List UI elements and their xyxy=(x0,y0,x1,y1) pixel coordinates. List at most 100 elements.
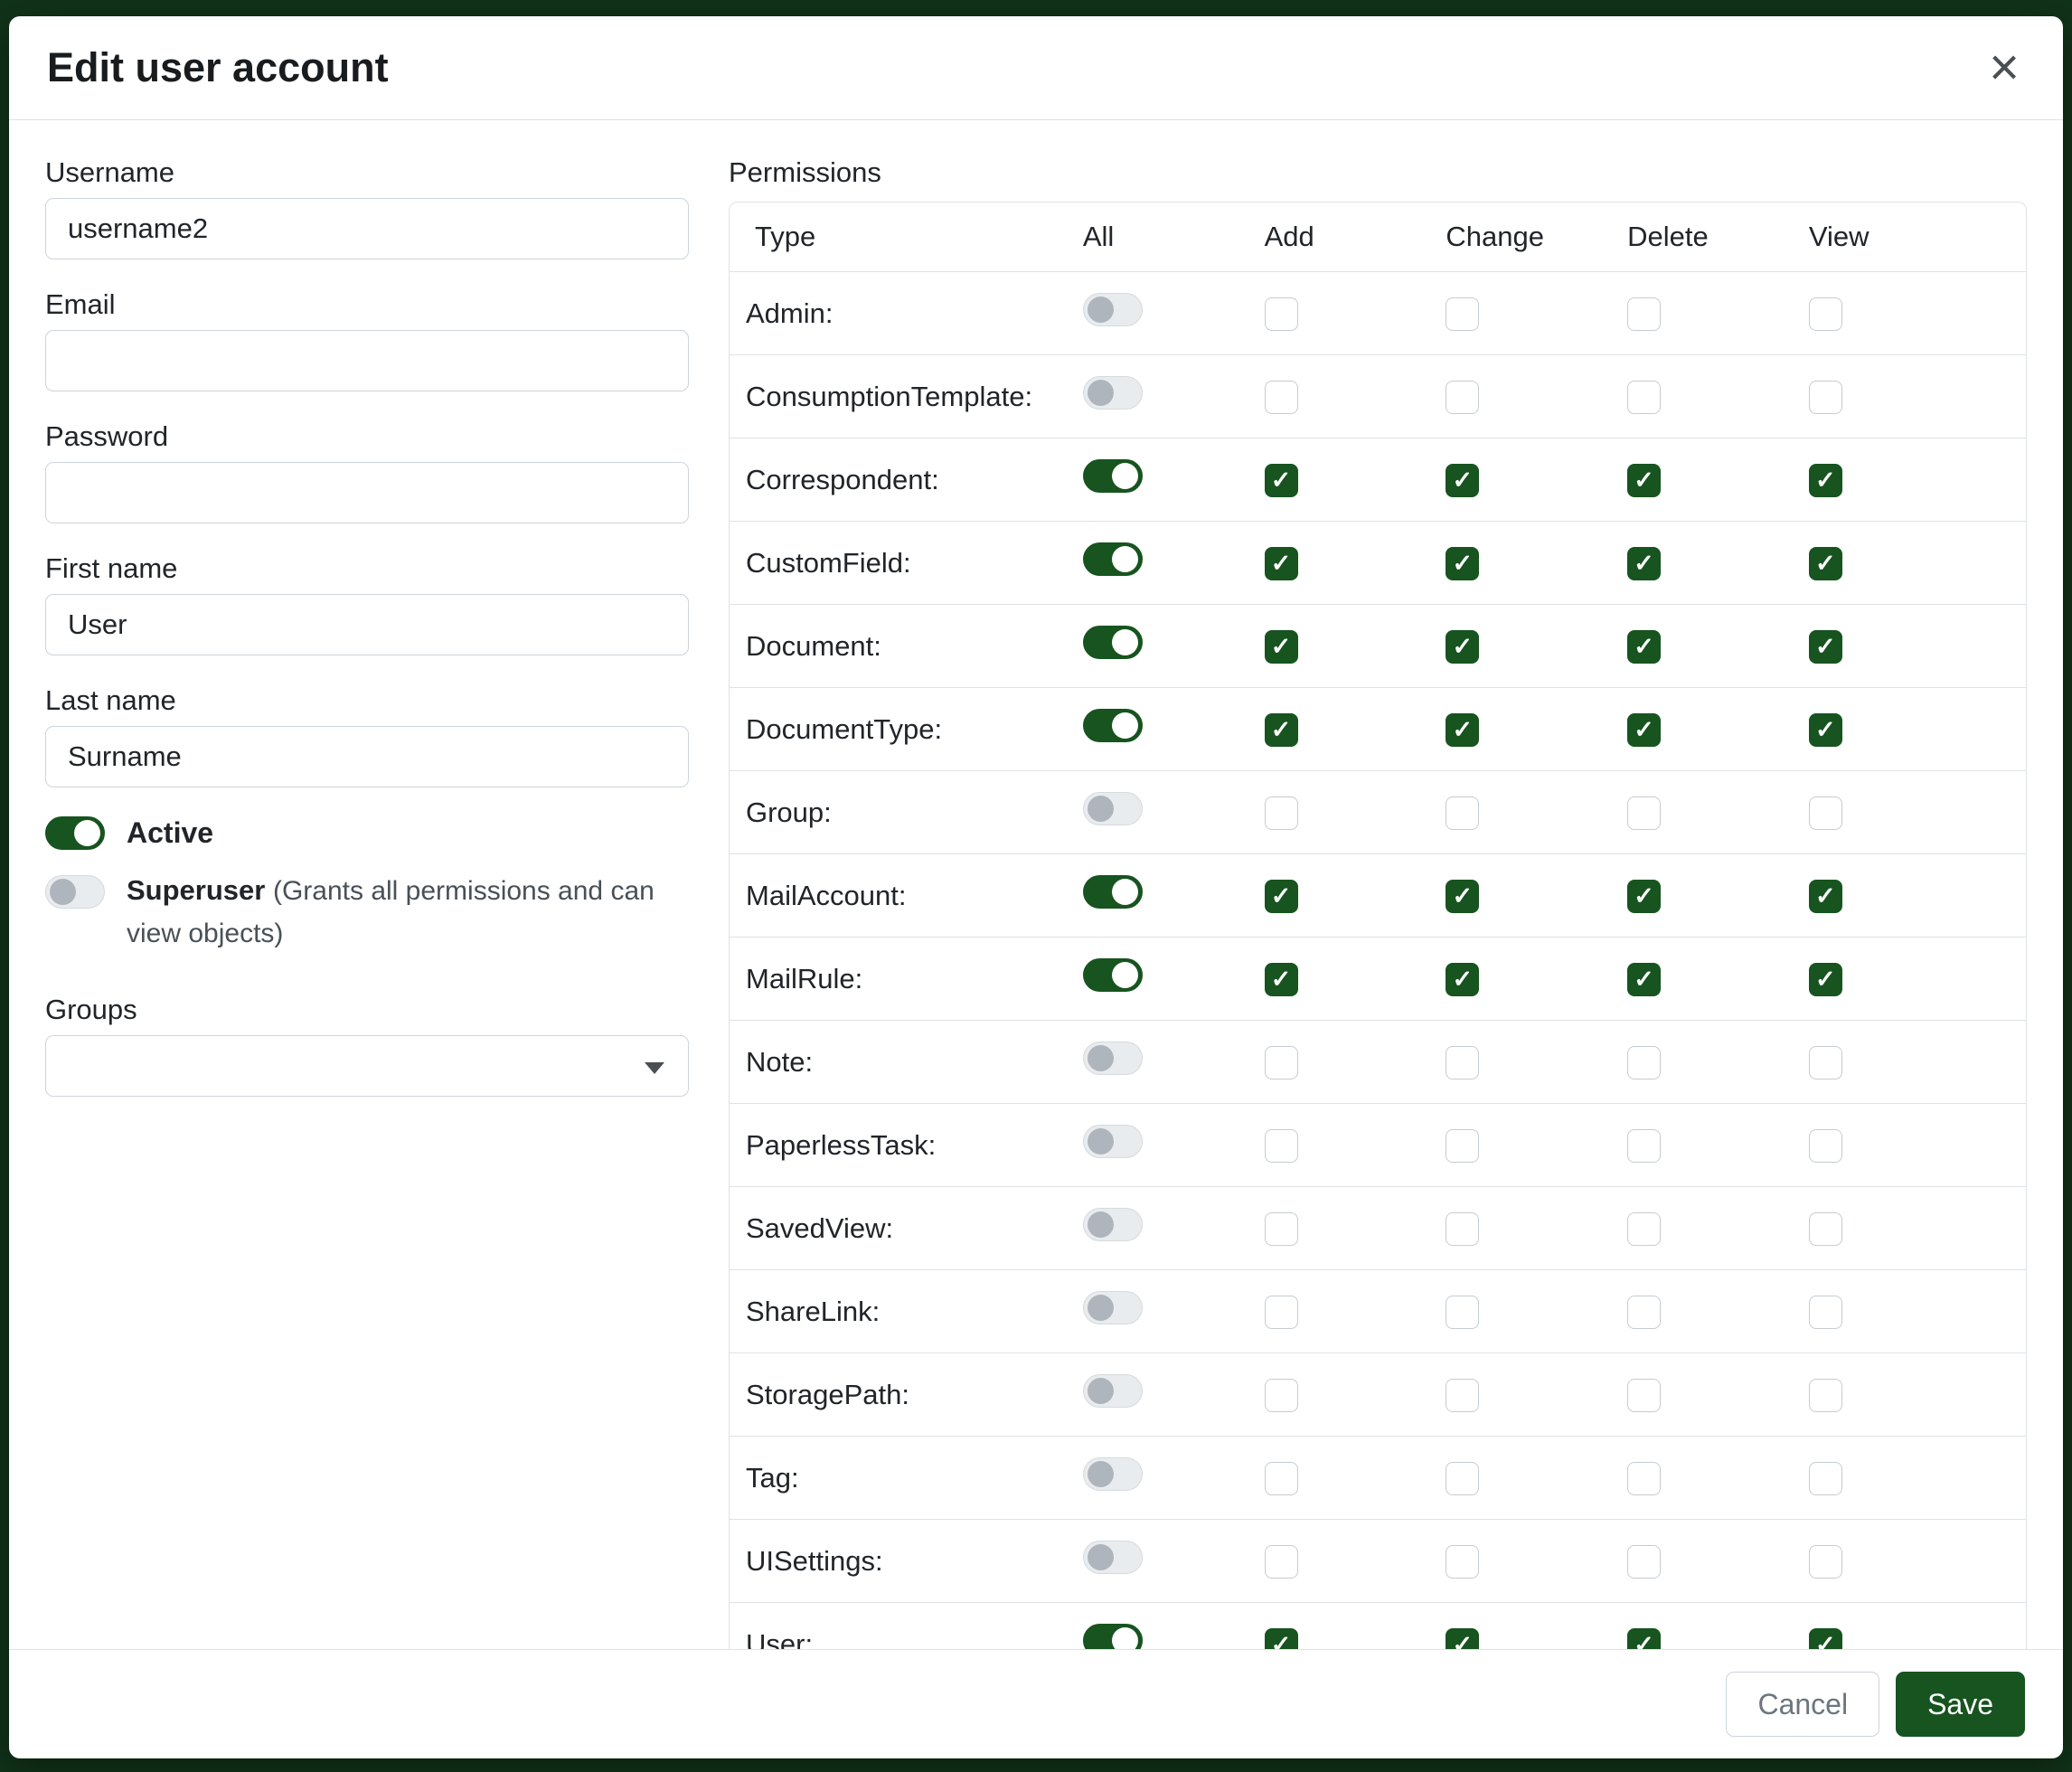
permission-add-checkbox[interactable] xyxy=(1265,547,1298,580)
permission-delete-checkbox[interactable] xyxy=(1627,1212,1661,1246)
permission-add-checkbox[interactable] xyxy=(1265,1212,1298,1246)
permission-delete-checkbox[interactable] xyxy=(1627,796,1661,830)
permission-delete-checkbox[interactable] xyxy=(1627,464,1661,497)
permission-all-toggle[interactable] xyxy=(1083,1541,1143,1574)
active-toggle[interactable] xyxy=(45,816,105,850)
close-icon[interactable]: × xyxy=(1983,42,2025,94)
permission-add-checkbox[interactable] xyxy=(1265,1628,1298,1649)
permission-add-checkbox[interactable] xyxy=(1265,1545,1298,1579)
permission-change-checkbox[interactable] xyxy=(1446,1545,1479,1579)
permission-delete-checkbox[interactable] xyxy=(1627,1046,1661,1079)
permission-add-checkbox[interactable] xyxy=(1265,1046,1298,1079)
permission-view-checkbox[interactable] xyxy=(1809,1046,1842,1079)
permission-delete-checkbox[interactable] xyxy=(1627,963,1661,996)
permission-add-checkbox[interactable] xyxy=(1265,1296,1298,1329)
permission-delete-checkbox[interactable] xyxy=(1627,381,1661,414)
permission-view-checkbox[interactable] xyxy=(1809,297,1842,331)
permission-change-checkbox[interactable] xyxy=(1446,464,1479,497)
permission-delete-checkbox[interactable] xyxy=(1627,1379,1661,1412)
save-button[interactable]: Save xyxy=(1896,1672,2025,1737)
permission-add-checkbox[interactable] xyxy=(1265,963,1298,996)
permission-delete-checkbox[interactable] xyxy=(1627,1462,1661,1495)
superuser-toggle[interactable] xyxy=(45,875,105,909)
permission-add-checkbox[interactable] xyxy=(1265,381,1298,414)
permission-view-checkbox[interactable] xyxy=(1809,630,1842,664)
permission-all-toggle[interactable] xyxy=(1083,1457,1143,1491)
permission-add-checkbox[interactable] xyxy=(1265,1462,1298,1495)
permission-all-toggle[interactable] xyxy=(1083,1042,1143,1075)
permission-delete-checkbox[interactable] xyxy=(1627,1628,1661,1649)
permission-view-checkbox[interactable] xyxy=(1809,1296,1842,1329)
password-field[interactable] xyxy=(45,462,689,523)
permission-delete-checkbox[interactable] xyxy=(1627,1129,1661,1163)
permission-view-checkbox[interactable] xyxy=(1809,547,1842,580)
permission-add-checkbox[interactable] xyxy=(1265,630,1298,664)
permission-add-checkbox[interactable] xyxy=(1265,796,1298,830)
permission-change-checkbox[interactable] xyxy=(1446,381,1479,414)
permission-change-checkbox[interactable] xyxy=(1446,963,1479,996)
first-name-label: First name xyxy=(45,552,689,585)
permission-add-checkbox[interactable] xyxy=(1265,464,1298,497)
permission-all-toggle[interactable] xyxy=(1083,459,1143,493)
email-field[interactable] xyxy=(45,330,689,391)
permission-all-toggle[interactable] xyxy=(1083,1624,1143,1649)
permission-all-toggle[interactable] xyxy=(1083,958,1143,992)
permission-delete-checkbox[interactable] xyxy=(1627,1296,1661,1329)
permission-all-toggle[interactable] xyxy=(1083,626,1143,659)
permission-change-checkbox[interactable] xyxy=(1446,1046,1479,1079)
permission-view-checkbox[interactable] xyxy=(1809,1379,1842,1412)
permission-view-checkbox[interactable] xyxy=(1809,1129,1842,1163)
last-name-input[interactable] xyxy=(45,726,689,787)
permission-all-toggle[interactable] xyxy=(1083,709,1143,742)
permission-change-checkbox[interactable] xyxy=(1446,713,1479,747)
permission-all-toggle[interactable] xyxy=(1083,1125,1143,1158)
permission-view-checkbox[interactable] xyxy=(1809,880,1842,913)
permission-view-checkbox[interactable] xyxy=(1809,1462,1842,1495)
permission-all-toggle[interactable] xyxy=(1083,1291,1143,1324)
permission-change-checkbox[interactable] xyxy=(1446,1212,1479,1246)
groups-select[interactable] xyxy=(45,1035,689,1097)
permission-view-checkbox[interactable] xyxy=(1809,1545,1842,1579)
chevron-down-icon xyxy=(645,1062,664,1074)
permission-view-checkbox[interactable] xyxy=(1809,713,1842,747)
permission-delete-checkbox[interactable] xyxy=(1627,713,1661,747)
permission-change-checkbox[interactable] xyxy=(1446,1379,1479,1412)
permission-all-toggle[interactable] xyxy=(1083,792,1143,825)
permission-all-toggle[interactable] xyxy=(1083,1208,1143,1241)
permission-add-checkbox[interactable] xyxy=(1265,880,1298,913)
permission-change-checkbox[interactable] xyxy=(1446,880,1479,913)
username-group: Username xyxy=(45,156,689,259)
permission-view-checkbox[interactable] xyxy=(1809,963,1842,996)
permission-delete-checkbox[interactable] xyxy=(1627,297,1661,331)
permission-change-checkbox[interactable] xyxy=(1446,796,1479,830)
permission-view-checkbox[interactable] xyxy=(1809,381,1842,414)
permission-all-toggle[interactable] xyxy=(1083,875,1143,909)
permission-delete-checkbox[interactable] xyxy=(1627,1545,1661,1579)
permission-change-checkbox[interactable] xyxy=(1446,1628,1479,1649)
permission-change-checkbox[interactable] xyxy=(1446,1462,1479,1495)
permission-add-checkbox[interactable] xyxy=(1265,1129,1298,1163)
permission-delete-checkbox[interactable] xyxy=(1627,547,1661,580)
permission-change-checkbox[interactable] xyxy=(1446,547,1479,580)
permission-view-checkbox[interactable] xyxy=(1809,796,1842,830)
permission-all-toggle[interactable] xyxy=(1083,1374,1143,1408)
permission-add-checkbox[interactable] xyxy=(1265,297,1298,331)
permission-all-toggle[interactable] xyxy=(1083,542,1143,576)
permission-view-checkbox[interactable] xyxy=(1809,464,1842,497)
cancel-button[interactable]: Cancel xyxy=(1726,1672,1879,1737)
permission-row: MailRule: xyxy=(730,938,2026,1021)
permission-add-checkbox[interactable] xyxy=(1265,1379,1298,1412)
permission-view-checkbox[interactable] xyxy=(1809,1212,1842,1246)
permission-change-checkbox[interactable] xyxy=(1446,1296,1479,1329)
permission-view-checkbox[interactable] xyxy=(1809,1628,1842,1649)
first-name-input[interactable] xyxy=(45,594,689,655)
permission-delete-checkbox[interactable] xyxy=(1627,880,1661,913)
permission-add-checkbox[interactable] xyxy=(1265,713,1298,747)
permission-change-checkbox[interactable] xyxy=(1446,1129,1479,1163)
permission-all-toggle[interactable] xyxy=(1083,293,1143,326)
permission-change-checkbox[interactable] xyxy=(1446,297,1479,331)
permission-change-checkbox[interactable] xyxy=(1446,630,1479,664)
permission-all-toggle[interactable] xyxy=(1083,376,1143,410)
permission-delete-checkbox[interactable] xyxy=(1627,630,1661,664)
username-input[interactable] xyxy=(45,198,689,259)
